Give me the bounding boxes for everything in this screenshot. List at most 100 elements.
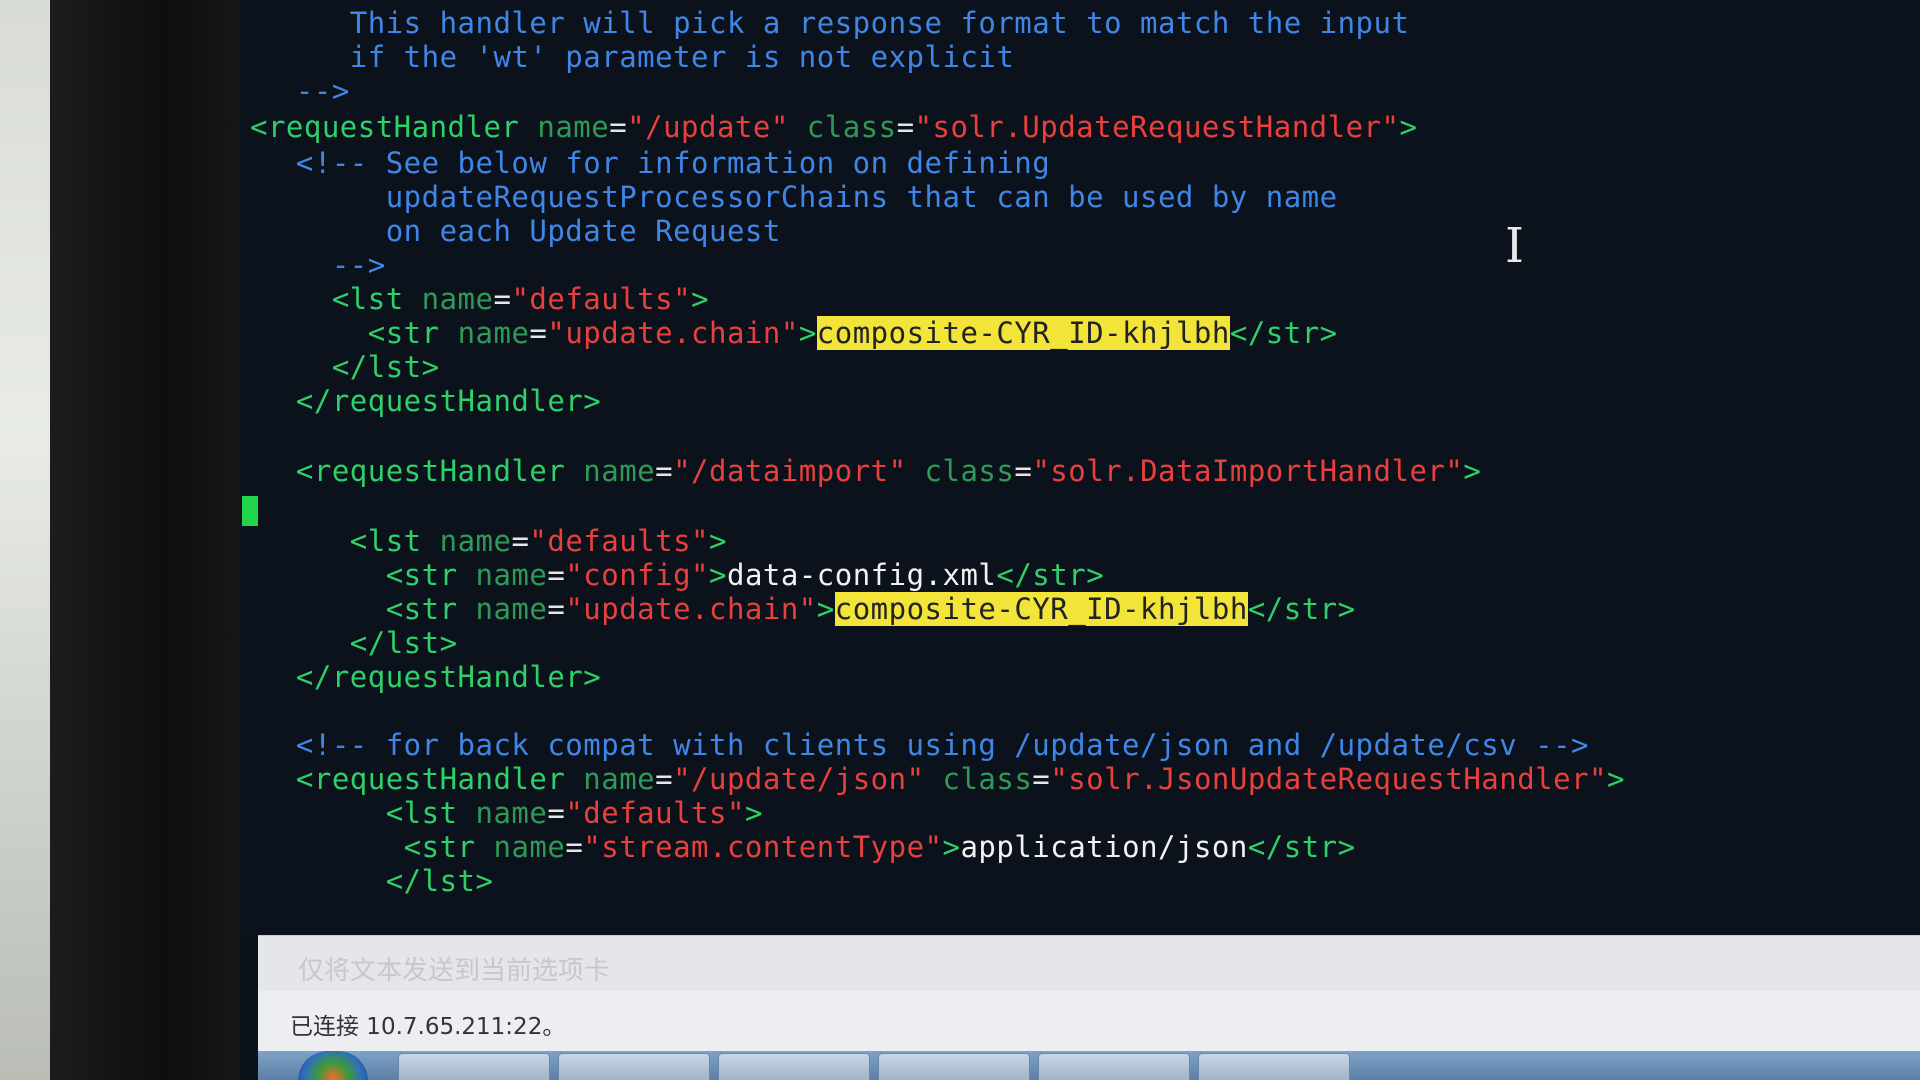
code-token: > — [816, 592, 835, 626]
code-token: <requestHandler — [260, 762, 584, 796]
taskbar-app-button[interactable] — [558, 1053, 710, 1080]
send-to-tab-placeholder: 仅将文本发送到当前选项卡 — [298, 956, 611, 986]
code-token: name — [537, 110, 610, 144]
code-line: </lst> — [260, 864, 493, 898]
code-token: = — [493, 282, 512, 316]
code-token: "solr.JsonUpdateRequestHandler" — [1050, 762, 1608, 796]
code-token: <str — [260, 316, 458, 350]
code-token: name — [457, 316, 530, 350]
code-token: <!-- for back compat with clients using … — [260, 728, 1590, 762]
code-token: = — [529, 316, 548, 350]
code-token: "config" — [565, 558, 710, 592]
code-token: </lst> — [260, 626, 458, 660]
code-token: "/dataimport" — [673, 454, 907, 488]
code-token: > — [709, 524, 727, 558]
code-line: if the 'wt' parameter is not explicit — [260, 40, 1014, 74]
code-line: <requestHandler name="/update" class="so… — [250, 110, 1417, 144]
search-highlight: composite-CYR_ID-khjlbh — [816, 316, 1230, 350]
ibeam-cursor-icon: I — [1505, 218, 1524, 274]
code-token: <str — [260, 592, 476, 626]
code-line: </lst> — [260, 350, 440, 384]
code-token: > — [1607, 762, 1625, 796]
code-line: <requestHandler name="/dataimport" class… — [260, 454, 1481, 488]
code-token: = — [1014, 454, 1033, 488]
monitor-bezel — [50, 0, 260, 1080]
code-token: <str — [260, 558, 476, 592]
code-token: </str> — [1247, 592, 1356, 626]
taskbar — [258, 1051, 1920, 1080]
code-token: name — [439, 524, 512, 558]
connection-status: 已连接 10.7.65.211:22。 — [290, 1014, 566, 1040]
code-token: = — [547, 796, 566, 830]
taskbar-app-button[interactable] — [1198, 1053, 1350, 1080]
code-line: <lst name="defaults"> — [260, 524, 727, 558]
code-token: "solr.DataImportHandler" — [1032, 454, 1464, 488]
code-token: "defaults" — [565, 796, 745, 830]
code-token: name — [421, 282, 494, 316]
code-line: on each Update Request — [260, 214, 781, 248]
code-token: "defaults" — [511, 282, 692, 316]
code-token: > — [691, 282, 710, 316]
code-token: "stream.contentType" — [583, 830, 943, 864]
code-line: <!-- See below for information on defini… — [260, 146, 1050, 180]
start-button-icon[interactable] — [298, 1051, 368, 1080]
code-line: <str name="config">data-config.xml</str> — [260, 558, 1104, 592]
code-token: --> — [260, 74, 350, 108]
code-token: --> — [260, 248, 386, 282]
code-line: --> — [260, 74, 350, 108]
code-token: </str> — [1229, 316, 1338, 350]
code-token: name — [475, 558, 548, 592]
code-token: name — [583, 762, 656, 796]
code-line: <requestHandler name = "/update/json" clas… — [260, 762, 1625, 796]
code-token: name — [493, 830, 566, 864]
code-token: > — [709, 558, 727, 592]
code-token: </str> — [1247, 830, 1356, 864]
code-token: </str> — [996, 558, 1105, 592]
code-token: </requestHandler> — [260, 384, 602, 418]
code-token: > — [744, 796, 763, 830]
code-token: "defaults" — [529, 524, 710, 558]
code-token: This handler will pick a response format… — [260, 6, 1410, 40]
code-token: </requestHandler> — [260, 660, 602, 694]
code-token: "/update/json" — [673, 762, 925, 796]
code-token: "update.chain" — [547, 316, 799, 350]
code-token: > — [942, 830, 961, 864]
terminal-editor[interactable]: I This handler will pick a response form… — [240, 0, 1920, 935]
code-token: application/json — [960, 830, 1248, 864]
taskbar-app-button[interactable] — [1038, 1053, 1190, 1080]
status-bar: 已连接 10.7.65.211:22。 — [258, 991, 1920, 1051]
code-token: "solr.UpdateRequestHandler" — [914, 110, 1400, 144]
text-cursor — [242, 496, 258, 526]
taskbar-app-button[interactable] — [718, 1053, 870, 1080]
code-line: <str name="update.chain">composite-CYR_I… — [260, 592, 1356, 626]
code-token: "/update" — [627, 110, 789, 144]
code-line: --> — [260, 248, 386, 282]
taskbar-app-button[interactable] — [878, 1053, 1030, 1080]
monitor-screen: I This handler will pick a response form… — [240, 0, 1920, 1080]
code-token: data-config.xml — [726, 558, 997, 592]
search-highlight: composite-CYR_ID-khjlbh — [834, 592, 1248, 626]
code-token: <requestHandler — [260, 454, 584, 488]
code-token: <lst — [260, 282, 422, 316]
code-token: class — [788, 110, 897, 144]
code-token: <requestHandler — [250, 110, 538, 144]
code-token: = — [547, 558, 566, 592]
code-token: = — [655, 454, 674, 488]
taskbar-app-button[interactable] — [398, 1053, 550, 1080]
code-line: </requestHandler> — [260, 660, 601, 694]
code-token: = — [547, 592, 566, 626]
code-token: "update.chain" — [565, 592, 817, 626]
code-token: </lst> — [260, 350, 440, 384]
code-token: > — [1399, 110, 1418, 144]
code-token: = — [1032, 762, 1051, 796]
code-line: <lst name="defaults"> — [260, 282, 709, 316]
code-token: on each Update Request — [260, 214, 781, 248]
code-line: This handler will pick a response format… — [260, 6, 1409, 40]
code-token: = — [609, 110, 628, 144]
code-token: class — [924, 762, 1033, 796]
code-token: class — [906, 454, 1015, 488]
code-token: <!-- See below for information on defini… — [260, 146, 1051, 180]
send-to-tab-bar[interactable]: 仅将文本发送到当前选项卡 — [258, 935, 1920, 992]
code-token: <str — [260, 830, 494, 864]
code-token: > — [798, 316, 817, 350]
